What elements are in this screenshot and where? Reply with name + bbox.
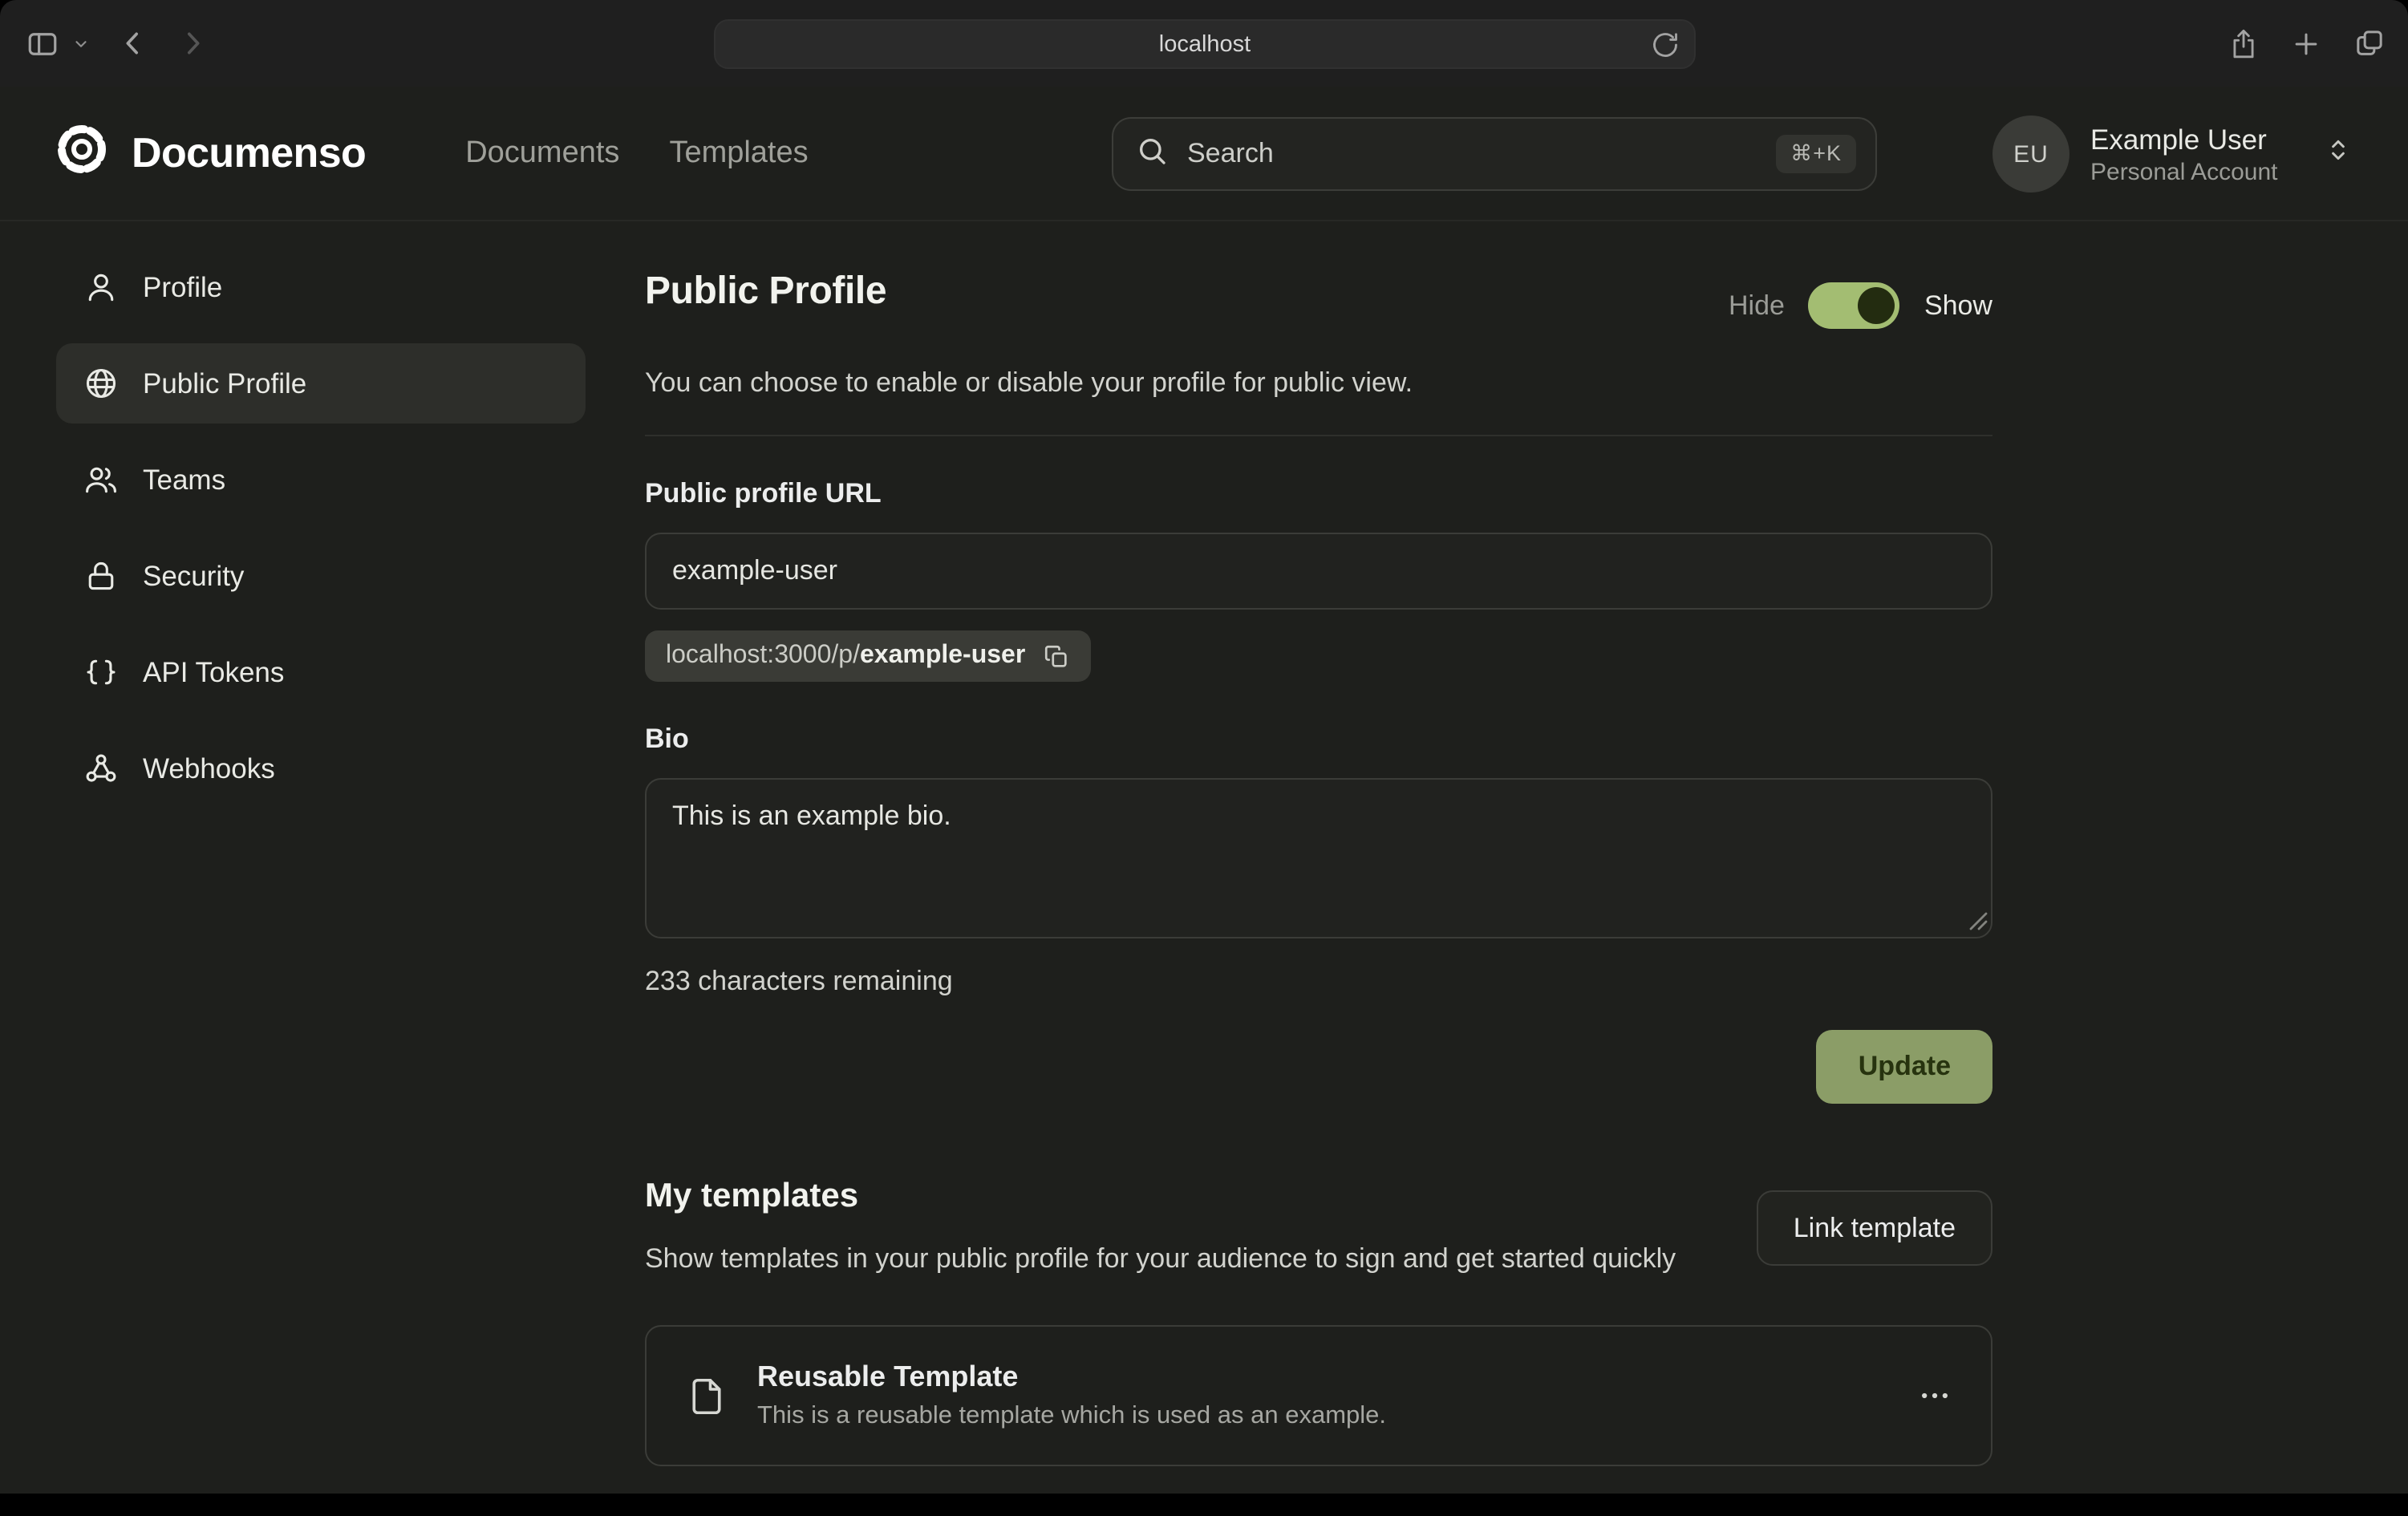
search-placeholder: Search	[1187, 138, 1776, 170]
resize-handle-icon[interactable]	[1968, 910, 1988, 938]
profile-link-text: localhost:3000/p/example-user	[666, 642, 1025, 671]
toggle-knob	[1859, 287, 1895, 324]
sidebar-item-security[interactable]: Security	[56, 536, 586, 616]
user-menu[interactable]: EU Example User Personal Account	[1992, 87, 2352, 221]
screen: localhost	[0, 0, 2408, 1516]
documenso-logo-icon	[53, 120, 111, 186]
user-account-type: Personal Account	[2090, 156, 2278, 187]
sidebar-item-teams[interactable]: Teams	[56, 440, 586, 520]
sidebar-item-api-tokens[interactable]: API Tokens	[56, 632, 586, 712]
search-icon	[1136, 134, 1168, 174]
sidebar-item-webhooks[interactable]: Webhooks	[56, 728, 586, 809]
search-input[interactable]: Search ⌘+K	[1112, 117, 1877, 191]
braces-icon	[83, 655, 119, 690]
templates-description: Show templates in your public profile fo…	[645, 1238, 1676, 1281]
settings-sidebar: Profile Public Profile Teams	[56, 247, 586, 1467]
link-template-button[interactable]: Link template	[1757, 1190, 1992, 1266]
copy-icon[interactable]	[1043, 642, 1070, 670]
address-bar-url: localhost	[1159, 31, 1251, 57]
characters-remaining: 233 characters remaining	[645, 966, 1992, 998]
brand[interactable]: Documenso	[53, 120, 366, 186]
lock-icon	[83, 558, 119, 594]
page-title: Public Profile	[645, 270, 886, 314]
nav-templates[interactable]: Templates	[669, 136, 808, 171]
user-icon	[83, 270, 119, 305]
window-bottom-edge	[0, 1494, 2408, 1516]
browser-toolbar: localhost	[0, 0, 2408, 87]
new-tab-icon[interactable]	[2291, 28, 2321, 59]
file-icon	[685, 1375, 728, 1418]
tab-group-chevron-icon[interactable]	[72, 34, 90, 52]
nav-documents[interactable]: Documents	[465, 136, 619, 171]
tab-overview-icon[interactable]	[2353, 27, 2386, 59]
hide-label: Hide	[1729, 290, 1785, 322]
share-icon[interactable]	[2228, 26, 2259, 60]
profile-link-prefix: localhost:3000/p/	[666, 642, 860, 669]
my-templates-section: My templates Show templates in your publ…	[645, 1178, 1992, 1467]
webhook-icon	[83, 751, 119, 786]
template-description: This is a reusable template which is use…	[757, 1403, 1386, 1432]
sidebar-toggle-icon[interactable]	[26, 26, 59, 60]
chevron-up-down-icon	[2325, 136, 2352, 172]
settings-content: Profile Public Profile Teams	[0, 221, 2408, 1467]
url-field-label: Public profile URL	[645, 478, 1992, 510]
template-name: Reusable Template	[757, 1361, 1386, 1395]
page-description: You can choose to enable or disable your…	[645, 367, 1992, 399]
search-shortcut-badge: ⌘+K	[1776, 135, 1856, 173]
avatar: EU	[1992, 116, 2070, 193]
profile-link-slug: example-user	[860, 642, 1025, 669]
sidebar-item-public-profile[interactable]: Public Profile	[56, 343, 586, 424]
reload-icon[interactable]	[1651, 30, 1680, 59]
forward-button-icon[interactable]	[176, 27, 209, 59]
brand-name: Documenso	[132, 128, 366, 178]
profile-link-pill[interactable]: localhost:3000/p/example-user	[645, 630, 1091, 682]
templates-title: My templates	[645, 1178, 1676, 1216]
documenso-app: Documenso Documents Templates Search ⌘+K…	[0, 87, 2408, 1494]
address-bar[interactable]: localhost	[714, 19, 1696, 69]
globe-icon	[83, 366, 119, 401]
template-card: Reusable Template This is a reusable tem…	[645, 1326, 1992, 1467]
bio-field-label: Bio	[645, 724, 1992, 756]
back-button-icon[interactable]	[117, 27, 149, 59]
sidebar-item-label: Public Profile	[143, 367, 306, 400]
sidebar-item-label: Teams	[143, 463, 225, 497]
divider	[645, 435, 1992, 436]
users-icon	[83, 462, 119, 497]
profile-visibility-toggle[interactable]	[1809, 282, 1900, 329]
user-name: Example User	[2090, 121, 2278, 156]
public-profile-panel: Public Profile Hide Show You can choose …	[645, 247, 1992, 1467]
show-label: Show	[1924, 290, 1992, 322]
sidebar-item-label: Profile	[143, 270, 222, 304]
update-button[interactable]: Update	[1817, 1030, 1992, 1104]
bio-textarea[interactable]: This is an example bio.	[645, 778, 1992, 938]
app-header: Documenso Documents Templates Search ⌘+K…	[0, 87, 2408, 221]
template-actions-menu[interactable]	[1917, 1379, 1952, 1414]
main-nav: Documents Templates	[465, 136, 808, 171]
public-profile-url-input[interactable]	[645, 533, 1992, 610]
sidebar-item-label: Webhooks	[143, 752, 275, 785]
sidebar-item-label: API Tokens	[143, 655, 284, 689]
visibility-toggle-row: Hide Show	[1729, 282, 1992, 329]
sidebar-item-profile[interactable]: Profile	[56, 247, 586, 327]
sidebar-item-label: Security	[143, 559, 244, 593]
